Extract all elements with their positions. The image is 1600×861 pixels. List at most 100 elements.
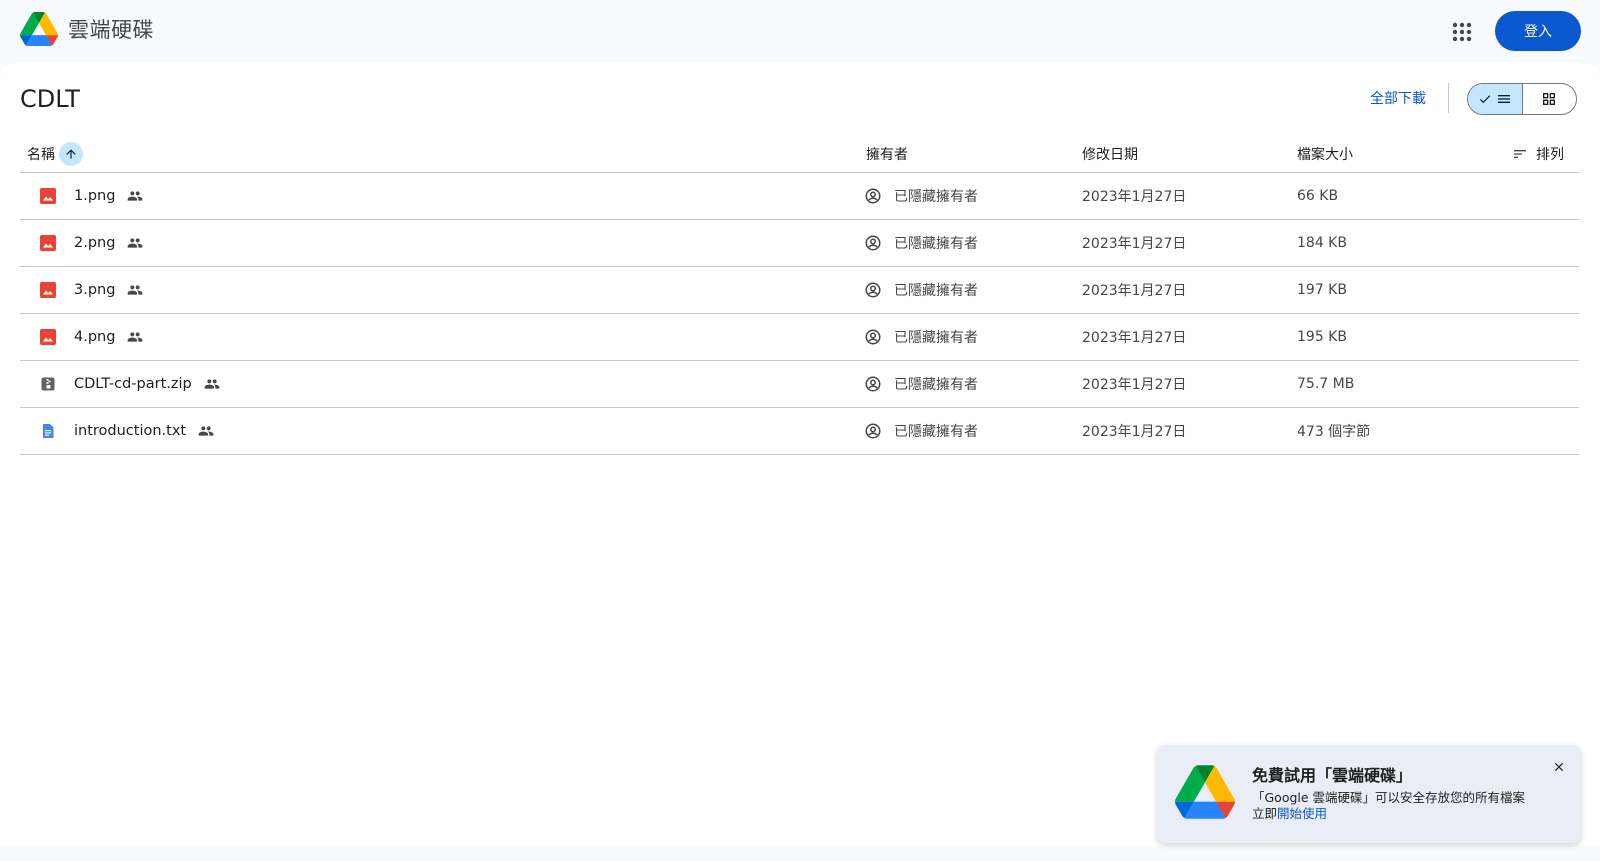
name-cell: 3.png (40, 267, 143, 313)
name-cell: introduction.txt (40, 408, 214, 454)
modified-date: 2023年1月27日 (1082, 189, 1187, 205)
file-name: 1.png (74, 188, 116, 204)
file-size: 195 KB (1297, 329, 1347, 345)
shared-icon (204, 379, 220, 389)
table-row[interactable]: 3.png 已隱藏擁有者 2023年1月27日 197 KB (20, 267, 1579, 314)
file-table: 名稱 擁有者 修改日期 檔案大小 排列 1.png 已隱藏擁有者 2023年1月… (20, 135, 1579, 455)
toolbar-divider (1448, 83, 1449, 113)
sort-button[interactable]: 排列 (1512, 135, 1564, 173)
owner-cell: 已隱藏擁有者 (864, 314, 978, 360)
image-file-icon (40, 188, 56, 204)
toast-title: 免費試用「雲端硬碟」 (1252, 766, 1413, 785)
toast-body: 「Google 雲端硬碟」可以安全存放您的所有檔案 立即開始使用 (1252, 790, 1562, 822)
sort-direction-button[interactable] (59, 142, 83, 166)
list-view-button[interactable] (1468, 84, 1523, 114)
file-size: 197 KB (1297, 282, 1347, 298)
modified-date: 2023年1月27日 (1082, 377, 1187, 393)
modified-date: 2023年1月27日 (1082, 424, 1187, 440)
owner-name: 已隱藏擁有者 (894, 377, 978, 393)
modified-date: 2023年1月27日 (1082, 330, 1187, 346)
sign-in-button[interactable]: 登入 (1495, 11, 1581, 51)
toast-description: 「Google 雲端硬碟」可以安全存放您的所有檔案 (1252, 790, 1526, 805)
owner-name: 已隱藏擁有者 (894, 424, 978, 440)
table-row[interactable]: 1.png 已隱藏擁有者 2023年1月27日 66 KB (20, 173, 1579, 220)
check-icon (1479, 95, 1490, 104)
column-label-name: 名稱 (27, 147, 55, 163)
image-file-icon (40, 235, 56, 251)
account-circle-icon (865, 282, 881, 298)
account-circle-icon (865, 329, 881, 345)
view-toggle (1467, 83, 1577, 115)
grid-icon (1543, 93, 1556, 105)
table-header: 名稱 擁有者 修改日期 檔案大小 排列 (20, 135, 1579, 173)
file-list: 1.png 已隱藏擁有者 2023年1月27日 66 KB 2.png 已隱藏擁… (20, 173, 1579, 455)
owner-name: 已隱藏擁有者 (894, 330, 978, 346)
file-size: 184 KB (1297, 235, 1347, 251)
doc-file-icon (43, 424, 54, 438)
account-circle-icon (865, 423, 881, 439)
download-all-button[interactable]: 全部下載 (1370, 88, 1426, 108)
zip-file-icon (41, 377, 55, 391)
name-cell: CDLT-cd-part.zip (40, 361, 220, 407)
main-content: CDLT 全部下載 名稱 擁有者 修改日期 檔案大小 排列 1.png 已隱藏擁… (0, 63, 1600, 845)
owner-cell: 已隱藏擁有者 (864, 267, 978, 313)
file-name: introduction.txt (74, 423, 187, 439)
file-name: 2.png (74, 235, 116, 251)
shared-icon (128, 285, 143, 295)
file-name: CDLT-cd-part.zip (74, 376, 192, 392)
toast-cta-line: 立即開始使用 (1252, 806, 1562, 822)
shared-icon (198, 426, 214, 436)
file-name: 3.png (74, 282, 116, 298)
shared-icon (128, 332, 143, 342)
close-icon (1554, 762, 1564, 772)
promo-toast: 免費試用「雲端硬碟」 「Google 雲端硬碟」可以安全存放您的所有檔案 立即開… (1157, 745, 1581, 843)
owner-cell: 已隱藏擁有者 (864, 408, 978, 454)
close-toast-button[interactable] (1549, 757, 1569, 777)
owner-cell: 已隱藏擁有者 (864, 173, 978, 219)
file-size: 75.7 MB (1297, 376, 1355, 392)
drive-logo-icon (20, 12, 58, 46)
shared-icon (128, 191, 143, 201)
table-row[interactable]: 2.png 已隱藏擁有者 2023年1月27日 184 KB (20, 220, 1579, 267)
drive-logo-icon (1175, 765, 1235, 819)
column-header-name[interactable]: 名稱 (27, 135, 83, 173)
grid-view-button[interactable] (1523, 84, 1577, 114)
column-header-size: 檔案大小 (1297, 147, 1353, 163)
name-cell: 1.png (40, 173, 143, 219)
sort-label: 排列 (1536, 147, 1564, 163)
owner-cell: 已隱藏擁有者 (864, 220, 978, 266)
google-apps-button[interactable] (1446, 16, 1478, 48)
column-header-owner: 擁有者 (866, 147, 908, 163)
table-row[interactable]: introduction.txt 已隱藏擁有者 2023年1月27日 473 個… (20, 408, 1579, 455)
table-row[interactable]: 4.png 已隱藏擁有者 2023年1月27日 195 KB (20, 314, 1579, 361)
get-started-link[interactable]: 開始使用 (1277, 806, 1327, 821)
file-size: 473 個字節 (1297, 424, 1371, 440)
owner-name: 已隱藏擁有者 (894, 189, 978, 205)
owner-name: 已隱藏擁有者 (894, 283, 978, 299)
owner-cell: 已隱藏擁有者 (864, 361, 978, 407)
list-icon (1497, 95, 1510, 103)
top-bar: 雲端硬碟 登入 (0, 0, 1600, 62)
table-row[interactable]: CDLT-cd-part.zip 已隱藏擁有者 2023年1月27日 75.7 … (20, 361, 1579, 408)
file-name: 4.png (74, 329, 116, 345)
account-circle-icon (865, 376, 881, 392)
account-circle-icon (865, 188, 881, 204)
arrow-up-icon (66, 149, 76, 159)
apps-grid-icon (1452, 22, 1472, 42)
image-file-icon (40, 282, 56, 298)
owner-name: 已隱藏擁有者 (894, 236, 978, 252)
folder-title: CDLT (20, 85, 80, 113)
sort-icon (1514, 150, 1526, 158)
name-cell: 2.png (40, 220, 143, 266)
drive-logo-link[interactable]: 雲端硬碟 (20, 12, 154, 46)
modified-date: 2023年1月27日 (1082, 283, 1187, 299)
image-file-icon (40, 329, 56, 345)
account-circle-icon (865, 235, 881, 251)
toast-cta-prefix: 立即 (1252, 806, 1278, 821)
app-title: 雲端硬碟 (68, 18, 154, 42)
name-cell: 4.png (40, 314, 143, 360)
column-header-modified: 修改日期 (1082, 147, 1138, 163)
shared-icon (128, 238, 143, 248)
file-size: 66 KB (1297, 188, 1339, 204)
modified-date: 2023年1月27日 (1082, 236, 1187, 252)
